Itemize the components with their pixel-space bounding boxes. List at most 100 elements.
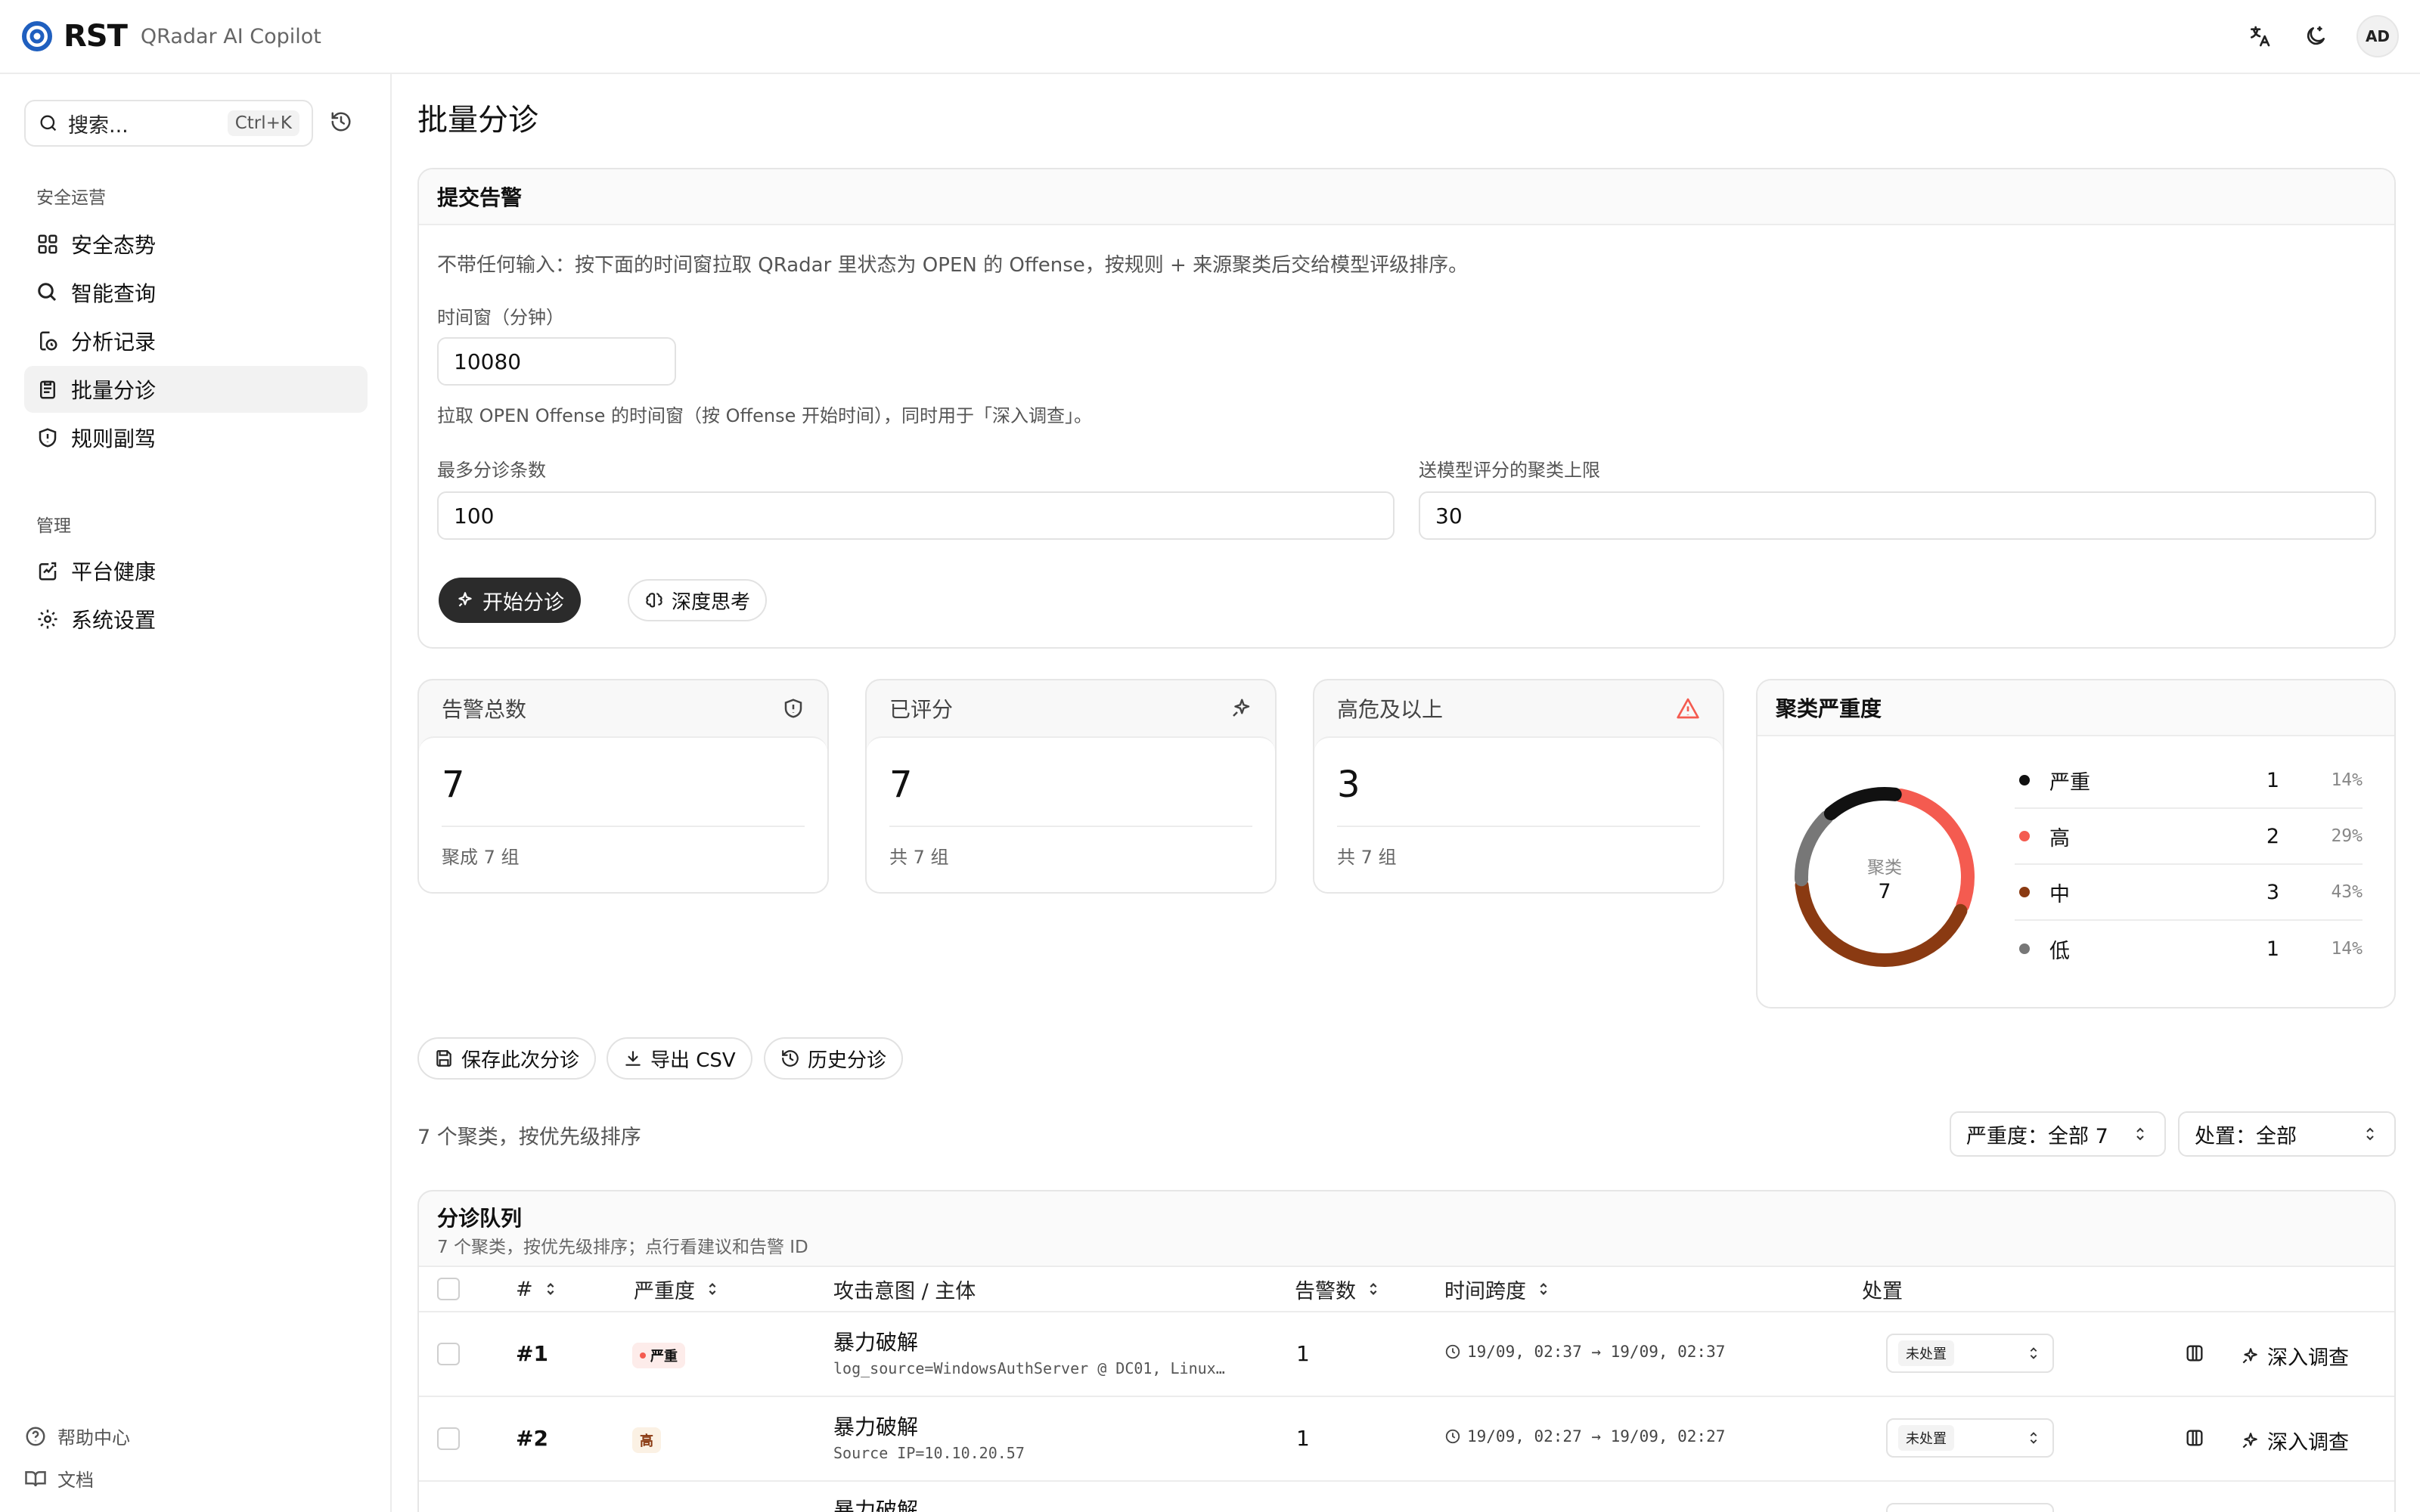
avatar[interactable]: AD <box>2356 15 2399 57</box>
legend-dot <box>2019 775 2030 785</box>
window-input[interactable]: 10080 <box>437 337 676 386</box>
help-center-label: 帮助中心 <box>57 1427 130 1448</box>
history-triage-label: 历史分诊 <box>808 1049 887 1072</box>
triage-queue-card: 分诊队列 7 个聚类，按优先级排序；点行看建议和告警 ID # 严重度 攻击意图… <box>417 1190 2396 1512</box>
disposition-filter-select[interactable]: 处置：全部 <box>2178 1111 2396 1157</box>
sidebar-item-dashboard[interactable]: 安全态势 <box>24 221 368 268</box>
sidebar-item-label: 批量分诊 <box>71 378 157 403</box>
sidebar-item-analysis-records[interactable]: 分析记录 <box>24 318 368 364</box>
limit-input[interactable]: 30 <box>1419 491 2376 540</box>
legend-row-high: 高 2 29% <box>2015 809 2363 865</box>
search-input[interactable]: 搜索... Ctrl+K <box>24 100 313 147</box>
legend-name: 高 <box>2049 826 2070 850</box>
search-icon <box>38 283 57 302</box>
max-label: 最多分诊条数 <box>437 460 546 481</box>
severity-filter-value: 严重度：全部 7 <box>1966 1124 2108 1148</box>
severity-dot <box>640 1352 646 1359</box>
table-row[interactable]: #1 严重 暴力破解 log_source=WindowsAuthServer … <box>419 1312 2394 1397</box>
logo[interactable]: RST <box>21 19 128 54</box>
gear-icon <box>38 609 57 629</box>
main-content: 批量分诊 提交告警 不带任何输入：按下面的时间窗拉取 QRadar 里状态为 O… <box>393 74 2420 1512</box>
export-csv-button[interactable]: 导出 CSV <box>607 1037 752 1080</box>
dashboard-grid-icon <box>38 234 57 254</box>
investigate-button[interactable]: 深入调查 <box>2240 1426 2349 1455</box>
disposition-select[interactable] <box>1886 1503 2054 1512</box>
deep-think-button[interactable]: 深度思考 <box>628 579 768 621</box>
col-severity-label: 严重度 <box>634 1279 695 1303</box>
col-index-header[interactable]: # <box>516 1278 559 1301</box>
cluster-severity-card: 聚类严重度 聚类 7 严重 1 14% 高 2 29% 中 3 43% 低 1 … <box>1756 679 2396 1009</box>
sidebar-item-rule-copilot[interactable]: 规则副驾 <box>24 414 368 461</box>
row-subject: log_source=WindowsAuthServer @ DC01, Lin… <box>833 1359 1225 1377</box>
queue-subtitle: 7 个聚类，按优先级排序；点行看建议和告警 ID <box>437 1238 808 1257</box>
sidebar-item-label: 规则副驾 <box>71 426 157 451</box>
sort-icon <box>1370 1283 1377 1295</box>
col-span-header[interactable]: 时间跨度 <box>1444 1275 1552 1304</box>
search-shortcut: Ctrl+K <box>227 110 299 136</box>
legend-count: 3 <box>2266 880 2279 904</box>
start-triage-button[interactable]: 开始分诊 <box>439 578 581 623</box>
sparkle-icon <box>2242 1347 2257 1363</box>
sidebar-item-batch-triage[interactable]: 批量分诊 <box>24 366 368 413</box>
sidebar-item-platform-health[interactable]: 平台健康 <box>24 547 368 594</box>
save-triage-button[interactable]: 保存此次分诊 <box>417 1037 597 1080</box>
section-label-ops: 安全运营 <box>36 188 106 208</box>
help-center-link[interactable]: 帮助中心 <box>24 1423 130 1449</box>
row-count: 1 <box>1296 1426 1310 1451</box>
stat-value: 7 <box>442 764 465 806</box>
row-subject: Source IP=10.10.20.57 <box>833 1444 1025 1462</box>
sidebar-item-smart-query[interactable]: 智能查询 <box>24 269 368 316</box>
row-checkbox[interactable] <box>437 1343 460 1365</box>
history-icon <box>782 1050 799 1067</box>
search-placeholder: 搜索... <box>68 113 129 138</box>
page-title: 批量分诊 <box>417 103 538 138</box>
disposition-select[interactable]: 未处置 <box>1886 1418 2054 1458</box>
columns-toggle-icon[interactable] <box>2184 1427 2205 1448</box>
row-count: 1 <box>1296 1341 1310 1366</box>
max-value: 100 <box>454 503 495 528</box>
severity-filter-select[interactable]: 严重度：全部 7 <box>1950 1111 2166 1157</box>
submit-card-title: 提交告警 <box>419 169 2394 225</box>
columns-toggle-icon[interactable] <box>2184 1343 2205 1364</box>
stat-card-scored: 已评分 7 共 7 组 <box>865 679 1277 894</box>
donut-center-value: 7 <box>1878 880 1891 903</box>
legend-count: 2 <box>2266 824 2279 848</box>
stat-sub: 共 7 组 <box>1337 847 1397 868</box>
col-count-header[interactable]: 告警数 <box>1295 1275 1382 1304</box>
docs-label: 文档 <box>57 1470 94 1491</box>
col-span-label: 时间跨度 <box>1444 1279 1526 1303</box>
stat-sub: 聚成 7 组 <box>442 847 520 868</box>
max-input[interactable]: 100 <box>437 491 1395 540</box>
translate-icon[interactable] <box>2245 21 2275 51</box>
legend-pct: 43% <box>2331 882 2363 902</box>
limit-label: 送模型评分的聚类上限 <box>1419 460 1600 481</box>
donut-segment-0 <box>1823 787 1902 821</box>
investigate-button[interactable]: 深入调查 <box>2240 1341 2349 1371</box>
stat-title: 已评分 <box>889 697 954 722</box>
col-index-label: # <box>516 1277 533 1301</box>
row-span: 19/09, 02:27 → 19/09, 02:27 <box>1467 1427 1726 1445</box>
history-triage-button[interactable]: 历史分诊 <box>764 1037 904 1080</box>
legend-name: 严重 <box>2049 770 2090 795</box>
export-csv-label: 导出 CSV <box>650 1049 736 1072</box>
dark-mode-icon[interactable] <box>2301 21 2331 51</box>
window-label: 时间窗（分钟） <box>437 307 564 328</box>
row-rank: #1 <box>516 1341 548 1366</box>
docs-link[interactable]: 文档 <box>24 1465 94 1492</box>
select-all-checkbox[interactable] <box>437 1278 460 1300</box>
col-severity-header[interactable]: 严重度 <box>634 1275 721 1304</box>
recent-history-icon[interactable] <box>330 110 352 136</box>
stat-card-high-severity: 高危及以上 3 共 7 组 <box>1313 679 1724 894</box>
legend-dot <box>2019 831 2030 841</box>
row-checkbox[interactable] <box>437 1427 460 1450</box>
disposition-select[interactable]: 未处置 <box>1886 1334 2054 1373</box>
severity-badge-label: 高 <box>640 1433 653 1449</box>
brain-icon <box>646 593 662 608</box>
sidebar-item-settings[interactable]: 系统设置 <box>24 596 368 643</box>
sidebar-item-label: 智能查询 <box>71 281 157 306</box>
table-row[interactable]: 暴力破解 <box>419 1482 2394 1512</box>
table-row[interactable]: #2 高 暴力破解 Source IP=10.10.20.57 1 19/09,… <box>419 1397 2394 1482</box>
disposition-value: 未处置 <box>1898 1340 1954 1366</box>
deep-think-label: 深度思考 <box>672 590 751 614</box>
stat-card-total: 告警总数 7 聚成 7 组 <box>417 679 829 894</box>
